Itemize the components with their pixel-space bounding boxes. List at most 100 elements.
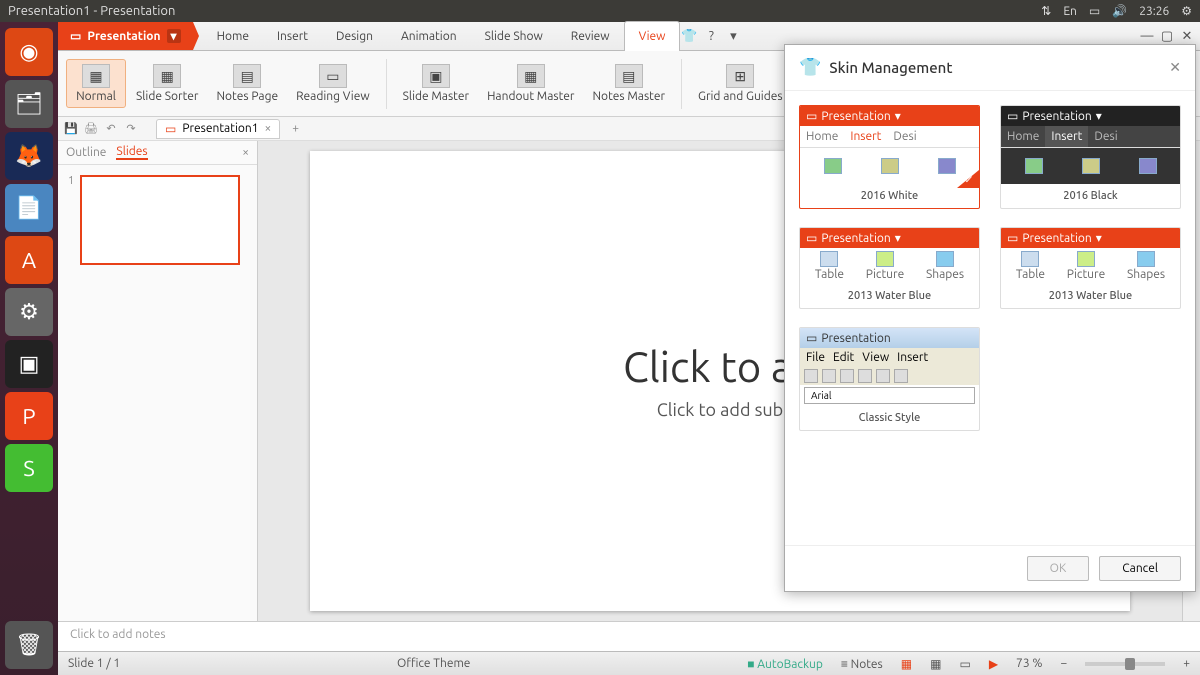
ribbon-grid-label: Grid and Guides [698,90,783,103]
cancel-button[interactable]: Cancel [1099,556,1181,581]
skin-grid: ▭Presentation▾ HomeInsertDesi 2016 White… [785,91,1195,545]
panel-close-icon[interactable]: × [242,146,249,159]
launcher-trash[interactable]: 🗑 [5,621,53,669]
slide-number: 1 [68,175,74,265]
skin-2013-water-blue-2[interactable]: ▭Presentation▾ TablePictureShapes 2013 W… [1000,227,1181,309]
network-icon[interactable]: ⇅ [1041,4,1051,18]
qat-undo-icon[interactable]: ↶ [104,122,118,136]
skin-2013-water-blue-1[interactable]: ▭Presentation▾ TablePictureShapes 2013 W… [799,227,980,309]
slides-panel: Outline Slides × 1 [58,141,258,621]
ribbon-notes-master[interactable]: ▤Notes Master [584,60,673,107]
brand-dropdown-icon: ▾ [167,29,181,43]
ribbon-slide-master[interactable]: ▣Slide Master [395,60,477,107]
skin-2016-white[interactable]: ▭Presentation▾ HomeInsertDesi 2016 White [799,105,980,209]
dialog-close-icon[interactable]: ✕ [1169,59,1181,76]
tab-insert[interactable]: Insert [263,22,322,51]
classic-font: Arial [804,387,975,404]
tab-home[interactable]: Home [203,22,263,51]
ribbon-normal[interactable]: ▦Normal [66,59,126,108]
launcher-software[interactable]: A [5,236,53,284]
help-icon[interactable]: ? [702,27,720,45]
skin-classic[interactable]: ▭Presentation FileEditViewInsert Arial C… [799,327,980,431]
dialog-title: Skin Management [829,59,952,76]
view-slideshow-icon[interactable]: ▶ [989,657,998,671]
ribbon-sorter-label: Slide Sorter [136,90,198,103]
minimize-button[interactable]: — [1138,27,1156,45]
doc-icon: ▭ [165,122,176,136]
brand-label: Presentation [87,30,160,43]
ribbon-reading-view[interactable]: ▭Reading View [288,60,378,107]
new-tab-icon[interactable]: + [292,122,299,135]
dialog-header: 👕 Skin Management ✕ [785,45,1195,91]
tab-design[interactable]: Design [322,22,387,51]
skin-icon[interactable]: 👕 [680,27,698,45]
tab-slideshow[interactable]: Slide Show [471,22,557,51]
status-notes[interactable]: ≡ Notes [841,657,883,671]
ribbon-notes-page[interactable]: ▤Notes Page [208,60,286,107]
tab-view[interactable]: View [624,21,681,51]
launcher-firefox[interactable]: 🦊 [5,132,53,180]
status-theme: Office Theme [397,657,470,670]
launcher-wps-spreadsheet[interactable]: S [5,444,53,492]
system-tray: ⇅ En ▭ 🔊 23:26 ⚙ [1041,4,1192,18]
dialog-buttons: OK Cancel [785,545,1195,591]
ok-button[interactable]: OK [1027,556,1090,581]
maximize-button[interactable]: ▢ [1158,27,1176,45]
system-topbar: Presentation1 - Presentation ⇅ En ▭ 🔊 23… [0,0,1200,22]
window-title: Presentation1 - Presentation [8,4,175,18]
zoom-slider[interactable] [1085,662,1165,666]
slide-preview [80,175,240,265]
zoom-in-icon[interactable]: + [1183,657,1190,670]
launcher-terminal[interactable]: ▣ [5,340,53,388]
skin-management-dialog: 👕 Skin Management ✕ ▭Presentation▾ HomeI… [784,44,1196,592]
skin-label: Classic Style [800,406,979,424]
qat-print-icon[interactable]: 🖨 [84,122,98,136]
collapse-ribbon-icon[interactable]: ▾ [724,27,742,45]
notes-pane[interactable]: Click to add notes [58,621,1200,651]
unity-launcher: ◉ 🗂 🦊 📄 A ⚙ ▣ P S 🗑 [0,22,58,675]
app-brand-menu[interactable]: ▭ Presentation ▾ [58,22,193,50]
shirt-icon: 👕 [799,57,821,78]
launcher-dash[interactable]: ◉ [5,28,53,76]
ribbon-slide-sorter[interactable]: ▦Slide Sorter [128,60,206,107]
ribbon-handout-master[interactable]: ▦Handout Master [479,60,582,107]
qat-redo-icon[interactable]: ↷ [124,122,138,136]
tab-review[interactable]: Review [557,22,624,51]
status-autobackup[interactable]: ■ AutoBackup [747,657,823,671]
slide-thumbnail[interactable]: 1 [68,175,247,265]
zoom-out-icon[interactable]: − [1060,657,1067,670]
qat-save-icon[interactable]: 💾 [64,122,78,136]
clock[interactable]: 23:26 [1139,5,1169,18]
launcher-files[interactable]: 🗂 [5,80,53,128]
zoom-value[interactable]: 73 % [1016,657,1042,670]
battery-icon[interactable]: ▭ [1089,4,1100,18]
ribbon-grid-guides[interactable]: ⊞Grid and Guides [690,60,791,107]
launcher-wps-presentation[interactable]: P [5,392,53,440]
sound-icon[interactable]: 🔊 [1112,4,1127,18]
close-button[interactable]: ✕ [1178,27,1196,45]
panel-tab-slides[interactable]: Slides [116,145,147,160]
view-sorter-icon[interactable]: ▦ [930,657,941,671]
skin-label: 2013 Water Blue [800,284,979,302]
panel-tabs: Outline Slides × [58,141,257,165]
subtitle-placeholder[interactable]: Click to add sub [657,400,783,420]
gear-icon[interactable]: ⚙ [1181,4,1192,18]
ribbon-separator [386,59,387,109]
view-normal-icon[interactable]: ▦ [901,657,912,671]
ribbon-smaster-label: Slide Master [403,90,469,103]
doc-close-icon[interactable]: × [265,122,272,135]
ribbon-tabs: Home Insert Design Animation Slide Show … [203,22,681,50]
view-reading-icon[interactable]: ▭ [959,657,970,671]
skin-label: 2013 Water Blue [1001,284,1180,302]
titlebar-tools: 👕 ? ▾ [680,22,742,50]
document-tab[interactable]: ▭ Presentation1 × [156,119,280,139]
skin-label: 2016 Black [1001,184,1180,202]
skin-2016-black[interactable]: ▭Presentation▾ HomeInsertDesi 2016 Black [1000,105,1181,209]
launcher-settings[interactable]: ⚙ [5,288,53,336]
tab-animation[interactable]: Animation [387,22,471,51]
ribbon-separator [681,59,682,109]
launcher-writer[interactable]: 📄 [5,184,53,232]
language-indicator[interactable]: En [1063,5,1077,18]
panel-tab-outline[interactable]: Outline [66,146,106,159]
brand-icon: ▭ [70,29,81,43]
